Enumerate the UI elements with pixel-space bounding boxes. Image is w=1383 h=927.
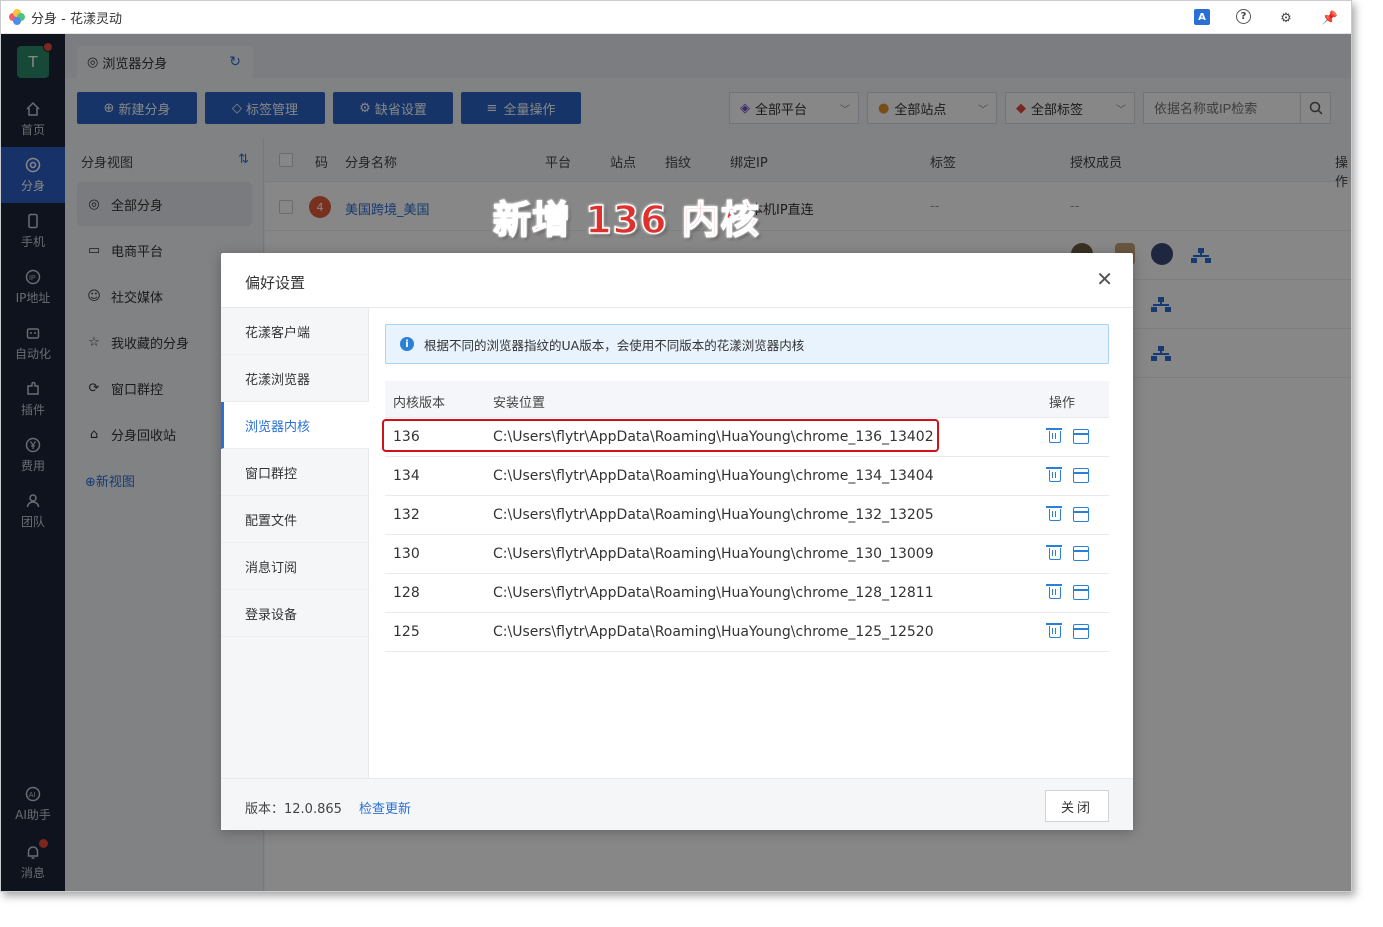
kernel-path: C:\Users\flytr\AppData\Roaming\HuaYoung\…: [493, 468, 934, 484]
kernel-path: C:\Users\flytr\AppData\Roaming\HuaYoung\…: [493, 546, 934, 562]
kernel-row: 134 C:\Users\flytr\AppData\Roaming\HuaYo…: [385, 457, 1109, 496]
kernel-path: C:\Users\flytr\AppData\Roaming\HuaYoung\…: [493, 624, 934, 640]
kernel-row: 125 C:\Users\flytr\AppData\Roaming\HuaYo…: [385, 613, 1109, 652]
pref-menu-browser[interactable]: 花漾浏览器: [221, 355, 369, 402]
open-folder-icon[interactable]: [1073, 507, 1089, 522]
annotation-text: 新增 136 内核: [492, 197, 760, 243]
check-update-link[interactable]: 检查更新: [359, 798, 411, 817]
kernel-version: 132: [393, 507, 420, 523]
pref-menu-browser-kernel[interactable]: 浏览器内核: [221, 402, 369, 449]
help-icon[interactable]: ?: [1236, 9, 1251, 24]
close-button[interactable]: 关闭: [1045, 790, 1109, 822]
pref-menu-client[interactable]: 花漾客户端: [221, 308, 369, 355]
open-folder-icon[interactable]: [1073, 546, 1089, 561]
pref-menu-subscriptions[interactable]: 消息订阅: [221, 543, 369, 590]
pin-icon[interactable]: 📌: [1321, 9, 1339, 27]
col-install-path: 安装位置: [493, 396, 546, 411]
info-alert: i 根据不同的浏览器指纹的UA版本，会使用不同版本的花漾浏览器内核: [385, 324, 1109, 364]
kernel-version: 125: [393, 624, 420, 640]
app-window: 分身 - 花漾灵动 A ? ⚙ 📌 T 首页 分身 手机 IP IP地址 自动化…: [0, 0, 1352, 892]
window-title: 分身 - 花漾灵动: [31, 11, 122, 27]
delete-icon[interactable]: [1046, 428, 1062, 443]
pref-menu-config-files[interactable]: 配置文件: [221, 496, 369, 543]
kernel-row: 130 C:\Users\flytr\AppData\Roaming\HuaYo…: [385, 535, 1109, 574]
preferences-menu: 花漾客户端 花漾浏览器 浏览器内核 窗口群控 配置文件 消息订阅 登录设备: [221, 308, 369, 778]
col-kernel-actions: 操作: [1049, 396, 1076, 411]
kernel-row: 132 C:\Users\flytr\AppData\Roaming\HuaYo…: [385, 496, 1109, 535]
settings-gear-icon[interactable]: ⚙: [1277, 9, 1295, 27]
delete-icon[interactable]: [1046, 467, 1062, 482]
kernel-table-header: 内核版本 安装位置 操作: [385, 381, 1109, 418]
dialog-title: 偏好设置: [245, 274, 306, 292]
open-folder-icon[interactable]: [1073, 624, 1089, 639]
highlight-box: [382, 419, 939, 452]
close-icon[interactable]: ✕: [1096, 269, 1113, 289]
delete-icon[interactable]: [1046, 545, 1062, 560]
col-kernel-version: 内核版本: [393, 396, 446, 411]
open-folder-icon[interactable]: [1073, 468, 1089, 483]
kernel-row: 128 C:\Users\flytr\AppData\Roaming\HuaYo…: [385, 574, 1109, 613]
app-logo-icon: [9, 9, 25, 25]
kernel-path: C:\Users\flytr\AppData\Roaming\HuaYoung\…: [493, 585, 934, 601]
kernel-path: C:\Users\flytr\AppData\Roaming\HuaYoung\…: [493, 507, 934, 523]
pref-menu-login-devices[interactable]: 登录设备: [221, 590, 369, 637]
open-folder-icon[interactable]: [1073, 585, 1089, 600]
delete-icon[interactable]: [1046, 506, 1062, 521]
open-folder-icon[interactable]: [1073, 429, 1089, 444]
info-icon: i: [400, 337, 414, 351]
kernel-version: 128: [393, 585, 420, 601]
version-text: 版本：12.0.865: [245, 802, 342, 817]
preferences-dialog: 偏好设置 ✕ 花漾客户端 花漾浏览器 浏览器内核 窗口群控 配置文件 消息订阅 …: [221, 253, 1133, 830]
delete-icon[interactable]: [1046, 584, 1062, 599]
translate-icon[interactable]: A: [1194, 9, 1210, 25]
dialog-footer: 版本：12.0.865 检查更新 关闭: [221, 778, 1133, 830]
pref-menu-window-sync[interactable]: 窗口群控: [221, 449, 369, 496]
kernel-version: 134: [393, 468, 420, 484]
kernel-version: 130: [393, 546, 420, 562]
delete-icon[interactable]: [1046, 623, 1062, 638]
title-bar: 分身 - 花漾灵动 A ? ⚙ 📌: [1, 1, 1351, 34]
